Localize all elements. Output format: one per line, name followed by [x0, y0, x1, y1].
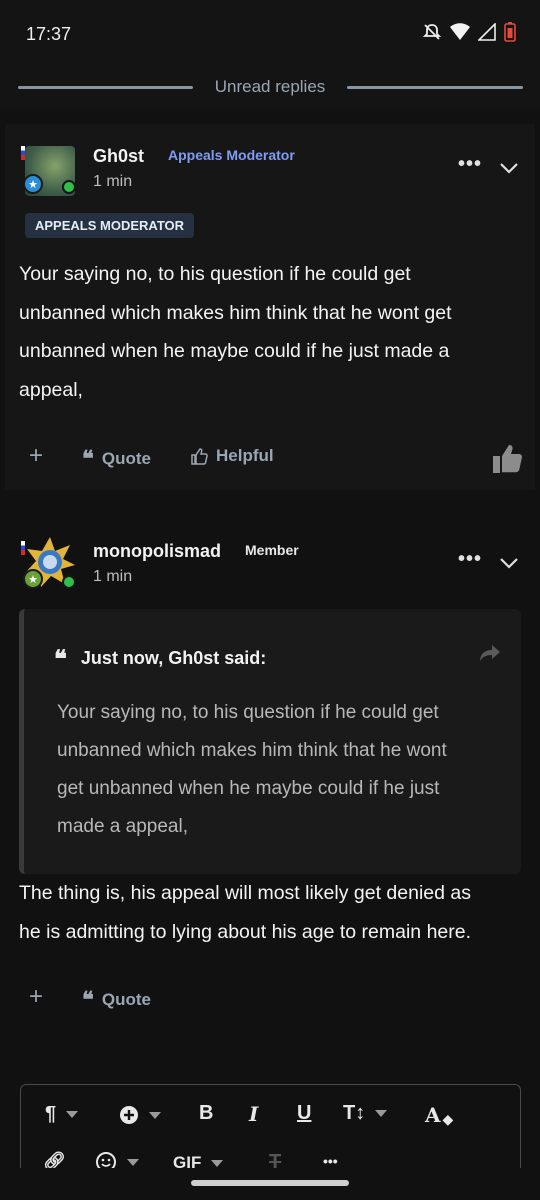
body-line: unbanned which makes him think that he w…	[19, 301, 452, 324]
more-options-icon[interactable]: •••	[458, 548, 482, 571]
quote-icon: ❝	[82, 987, 94, 1013]
quote-text: Your saying no, to his question if he co…	[57, 694, 512, 846]
role-badge: APPEALS MODERATOR	[25, 213, 195, 238]
post-actions: + ❝ Quote	[5, 983, 535, 1017]
paragraph-icon: ¶	[45, 1103, 57, 1125]
body-line: unbanned when he maybe could if he just …	[19, 340, 450, 362]
status-bar: 17:37	[0, 0, 540, 68]
signal-icon	[478, 23, 496, 41]
more-tools-button[interactable]: •••	[323, 1153, 338, 1169]
caret-down-icon	[66, 1111, 79, 1118]
paragraph-format-button[interactable]: ¶	[45, 1103, 79, 1126]
online-status-dot	[62, 180, 76, 194]
italic-icon: I	[249, 1102, 259, 1126]
user-role: Member	[245, 542, 299, 558]
rank-star-icon: ★	[23, 569, 43, 589]
bold-icon: B	[199, 1102, 214, 1124]
italic-button[interactable]: I	[249, 1102, 258, 1126]
body-line: Your saying no, to his question if he co…	[19, 263, 411, 285]
more-icon: •••	[323, 1153, 338, 1169]
quote-label: Quote	[101, 990, 151, 1009]
helpful-button[interactable]: Helpful	[190, 446, 274, 466]
post-gh0st: ★ Gh0st Appeals Moderator 1 min ••• APPE…	[5, 124, 535, 490]
quote-header: ❝ Just now, Gh0st said:	[54, 644, 266, 673]
underline-button[interactable]: U	[297, 1102, 311, 1125]
paint-drop-icon: ◆	[442, 1112, 454, 1128]
quote-line: get unbanned when he maybe could if he j…	[57, 778, 440, 799]
post-body: The thing is, his appeal will most likel…	[19, 874, 519, 951]
caret-down-icon	[127, 1158, 139, 1166]
plus-icon: +	[29, 983, 44, 1010]
helpful-label: Helpful	[216, 446, 274, 465]
more-options-icon[interactable]: •••	[458, 153, 482, 176]
username[interactable]: Gh0st	[93, 146, 144, 167]
text-size-icon: T↕	[343, 1102, 366, 1124]
chevron-down-icon[interactable]	[499, 162, 519, 174]
battery-icon	[504, 22, 516, 42]
online-status-dot	[62, 575, 76, 589]
quote-icon: ❝	[54, 644, 67, 673]
quote-button[interactable]: ❝ Quote	[82, 987, 151, 1013]
text-color-button[interactable]: A ◆	[425, 1102, 453, 1128]
quote-line: unbanned which makes him think that he w…	[57, 740, 447, 761]
username[interactable]: monopolismad	[93, 541, 221, 562]
quote-icon: ❝	[82, 446, 94, 472]
quote-button[interactable]: ❝ Quote	[82, 446, 151, 472]
quote-author[interactable]: Just now, Gh0st said:	[81, 648, 266, 669]
insert-button[interactable]	[119, 1105, 161, 1125]
quoted-post: ❝ Just now, Gh0st said: Your saying no, …	[19, 609, 521, 874]
post-time[interactable]: 1 min	[93, 568, 132, 586]
add-reaction-button[interactable]: +	[29, 442, 43, 470]
body-line: he is admitting to lying about his age t…	[19, 920, 472, 943]
bell-off-icon	[422, 24, 442, 40]
divider-line-right	[347, 86, 523, 89]
add-reaction-button[interactable]: +	[29, 983, 43, 1011]
quote-label: Quote	[101, 449, 151, 468]
status-icons	[422, 22, 516, 42]
text-color-icon: A	[425, 1103, 441, 1127]
helpful-reaction-icon	[493, 445, 522, 473]
go-to-quote-icon[interactable]	[479, 644, 501, 662]
quote-line: made a appeal,	[57, 816, 188, 837]
post-monopolismad: ★ monopolismad Member 1 min ••• ❝ Just n…	[5, 517, 535, 1077]
caret-down-icon	[211, 1159, 224, 1167]
post-time[interactable]: 1 min	[93, 173, 132, 191]
thumbs-up-icon	[191, 448, 208, 465]
bold-button[interactable]: B	[199, 1102, 213, 1125]
body-line: The thing is, his appeal will most likel…	[19, 882, 471, 904]
underline-icon: U	[297, 1102, 312, 1124]
home-indicator[interactable]	[191, 1180, 349, 1186]
rank-star-icon: ★	[23, 174, 43, 194]
post-actions: + ❝ Quote Helpful	[5, 442, 535, 476]
caret-down-icon	[375, 1110, 388, 1117]
body-line: appeal,	[19, 378, 83, 401]
plus-icon: +	[29, 442, 44, 469]
quote-line: Your saying no, to his question if he co…	[57, 702, 439, 723]
wifi-icon	[450, 23, 470, 40]
plus-circle-icon	[120, 1106, 138, 1124]
unread-replies-divider: Unread replies	[0, 68, 540, 108]
caret-down-icon	[149, 1111, 161, 1119]
user-role: Appeals Moderator	[168, 147, 295, 163]
chevron-down-icon[interactable]	[499, 557, 519, 569]
text-size-button[interactable]: T↕	[343, 1102, 388, 1125]
status-time: 17:37	[26, 24, 72, 44]
post-body: Your saying no, to his question if he co…	[19, 255, 519, 409]
